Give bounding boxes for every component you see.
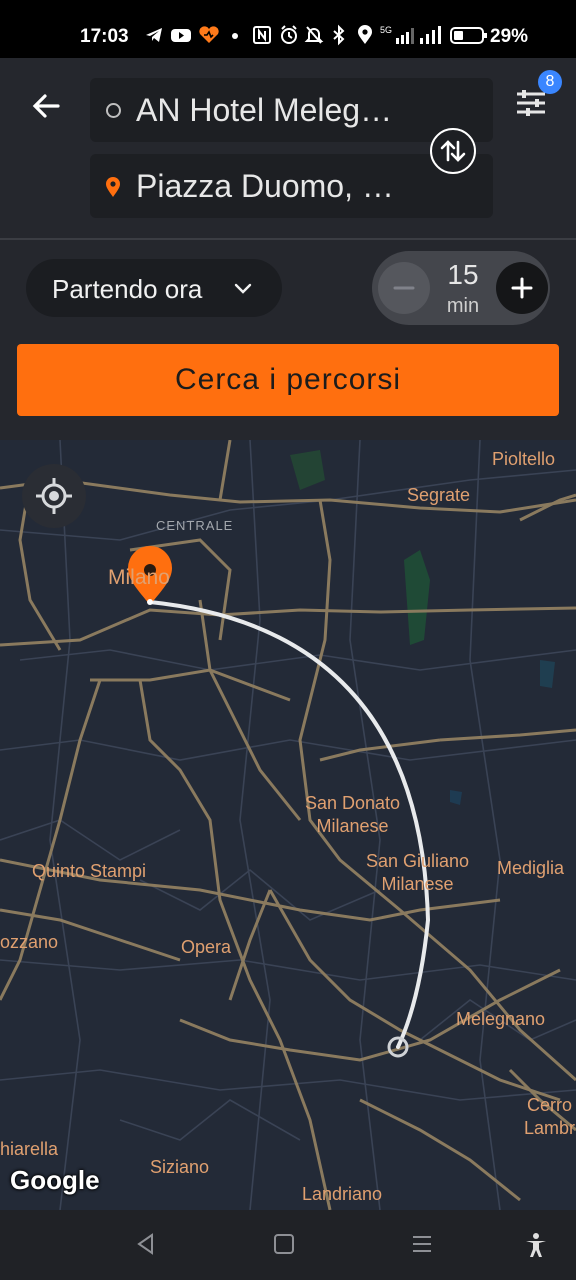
app-heart-icon xyxy=(199,26,219,43)
nav-menu-icon[interactable] xyxy=(410,1232,434,1256)
route-header: AN Hotel Meleg… Piazza Duomo, … 8 xyxy=(0,58,576,238)
mute-icon xyxy=(304,26,324,44)
decrement-button[interactable] xyxy=(378,262,430,314)
map-label-melegnano: Melegnano xyxy=(456,1009,546,1029)
signal-bars-icon xyxy=(420,26,441,44)
status-time: 17:03 xyxy=(80,26,129,47)
map-label-pioltello: Pioltello xyxy=(492,449,556,469)
accessibility-icon[interactable] xyxy=(524,1232,548,1258)
map-label-landriano: Landriano xyxy=(302,1184,383,1204)
svg-text:5G: 5G xyxy=(380,25,392,35)
minutes-stepper: 15 min xyxy=(372,251,550,325)
departure-label: Partendo ora xyxy=(52,274,203,304)
map-label-siziano: Siziano xyxy=(150,1157,210,1177)
battery-icon xyxy=(450,27,487,44)
map-view[interactable]: Pioltello Segrate CENTRALE Milano San Do… xyxy=(0,440,576,1210)
nav-back-icon[interactable] xyxy=(134,1232,158,1256)
search-routes-label: Cerca i percorsi xyxy=(174,363,402,396)
stepper-value: 15 xyxy=(447,259,479,290)
map-label-quinto-stampi: Quinto Stampi xyxy=(32,861,147,881)
my-location-button[interactable] xyxy=(22,464,86,528)
map-label-segrate: Segrate xyxy=(407,485,471,505)
map-label-opera: Opera xyxy=(181,937,232,957)
swap-button[interactable] xyxy=(430,128,476,174)
location-icon xyxy=(358,25,372,44)
chevron-down-icon xyxy=(234,283,252,294)
destination-text: Piazza Duomo, … xyxy=(136,168,394,204)
plus-icon xyxy=(511,277,533,299)
dot-icon xyxy=(232,33,238,39)
swap-arrows-icon xyxy=(440,140,466,162)
back-arrow-icon[interactable] xyxy=(28,88,64,124)
map-label-milano: Milano xyxy=(108,566,170,589)
alarm-icon xyxy=(281,25,297,44)
destination-pin-icon xyxy=(106,177,120,197)
stepper-unit: min xyxy=(446,295,480,317)
youtube-icon xyxy=(171,29,191,42)
map-label-rozzano: ozzano xyxy=(0,932,59,952)
map-label-mediglia: Mediglia xyxy=(497,858,565,878)
origin-text: AN Hotel Meleg… xyxy=(136,92,393,128)
minus-icon xyxy=(393,286,415,290)
departure-time-dropdown[interactable]: Partendo ora xyxy=(26,259,282,317)
nav-home-icon[interactable] xyxy=(272,1232,296,1256)
system-nav-bar xyxy=(0,1210,576,1280)
status-bar: 17:03 5G 29% xyxy=(0,0,576,58)
map-label-centrale: CENTRALE xyxy=(156,518,234,533)
nfc-icon xyxy=(253,26,271,44)
map-label-cerro: Cerro Lambr xyxy=(524,1095,576,1138)
map-roads xyxy=(0,440,576,1210)
trip-controls: Partendo ora 15 min Cerca i percorsi xyxy=(0,240,576,440)
map-label-san-donato: San Donato Milanese xyxy=(305,793,401,836)
search-routes-button[interactable]: Cerca i percorsi xyxy=(17,344,559,416)
telegram-icon xyxy=(146,28,162,42)
signal-5g-icon: 5G xyxy=(380,25,414,44)
map-label-san-giuliano: San Giuliano Milanese xyxy=(366,851,470,894)
battery-percent: 29% xyxy=(490,26,529,47)
map-label-chiarella: hiarella xyxy=(0,1139,59,1159)
google-attribution-logo: Google xyxy=(10,1165,100,1195)
origin-dot-icon xyxy=(106,103,121,118)
increment-button[interactable] xyxy=(496,262,548,314)
crosshair-icon xyxy=(36,478,72,514)
bluetooth-icon xyxy=(333,24,345,46)
filter-count-badge: 8 xyxy=(538,70,562,94)
